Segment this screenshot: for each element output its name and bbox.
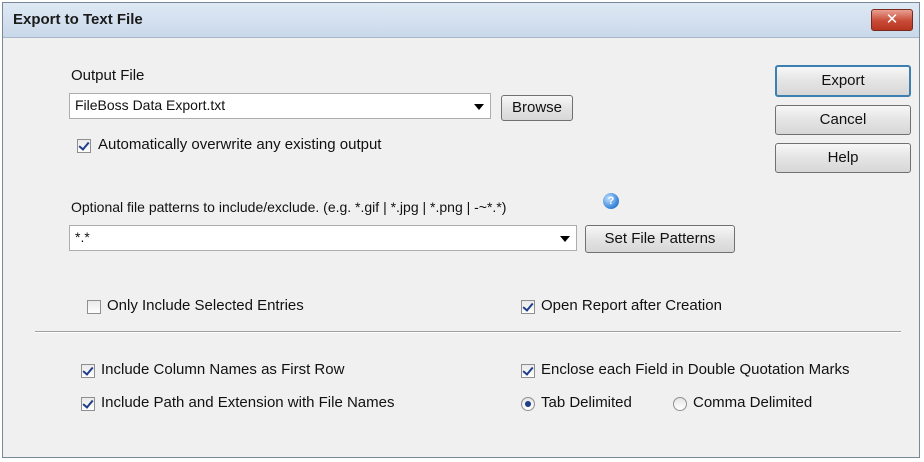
column-names-checkbox[interactable] bbox=[81, 364, 95, 378]
patterns-label: Optional file patterns to include/exclud… bbox=[71, 199, 507, 215]
path-extension-label: Include Path and Extension with File Nam… bbox=[101, 394, 395, 411]
overwrite-checkbox[interactable] bbox=[77, 139, 91, 153]
open-report-label: Open Report after Creation bbox=[541, 297, 722, 314]
close-button[interactable]: ✕ bbox=[871, 9, 913, 31]
patterns-value: *.* bbox=[75, 229, 90, 245]
cancel-button[interactable]: Cancel bbox=[775, 105, 911, 135]
chevron-down-icon[interactable] bbox=[474, 104, 484, 110]
patterns-combo[interactable]: *.* bbox=[69, 225, 577, 251]
chevron-down-icon[interactable] bbox=[560, 236, 570, 242]
set-file-patterns-button[interactable]: Set File Patterns bbox=[585, 225, 735, 253]
output-file-combo[interactable]: FileBoss Data Export.txt bbox=[69, 93, 491, 119]
browse-button[interactable]: Browse bbox=[501, 95, 573, 121]
output-file-label: Output File bbox=[71, 67, 145, 84]
comma-delimited-radio[interactable] bbox=[673, 397, 687, 411]
tab-delimited-label: Tab Delimited bbox=[541, 394, 632, 411]
output-file-value: FileBoss Data Export.txt bbox=[75, 97, 226, 113]
path-extension-checkbox[interactable] bbox=[81, 397, 95, 411]
enclose-quotes-label: Enclose each Field in Double Quotation M… bbox=[541, 361, 850, 378]
separator bbox=[35, 331, 901, 333]
only-selected-label: Only Include Selected Entries bbox=[107, 297, 304, 314]
dialog-title: Export to Text File bbox=[13, 11, 143, 28]
only-selected-checkbox[interactable] bbox=[87, 300, 101, 314]
export-dialog: Export to Text File ✕ Output File FileBo… bbox=[2, 2, 920, 458]
close-icon: ✕ bbox=[885, 11, 899, 28]
comma-delimited-label: Comma Delimited bbox=[693, 394, 813, 411]
help-icon[interactable]: ? bbox=[603, 193, 619, 209]
title-bar: Export to Text File ✕ bbox=[3, 3, 919, 38]
enclose-quotes-checkbox[interactable] bbox=[521, 364, 535, 378]
column-names-label: Include Column Names as First Row bbox=[101, 361, 345, 378]
tab-delimited-radio[interactable] bbox=[521, 397, 535, 411]
export-button[interactable]: Export bbox=[775, 65, 911, 97]
help-button[interactable]: Help bbox=[775, 143, 911, 173]
overwrite-label: Automatically overwrite any existing out… bbox=[98, 136, 382, 153]
open-report-checkbox[interactable] bbox=[521, 300, 535, 314]
